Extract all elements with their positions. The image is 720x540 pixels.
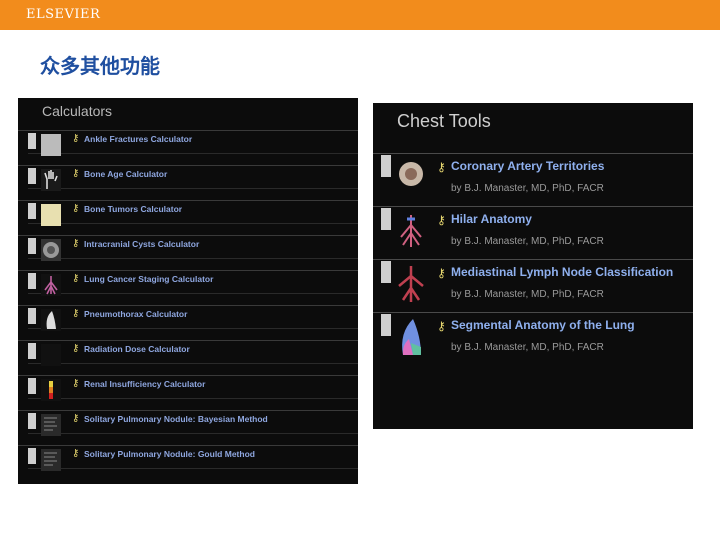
chest-tool-label: Mediastinal Lymph Node Classification bbox=[451, 265, 674, 279]
chest-tools-title: Chest Tools bbox=[397, 111, 491, 131]
calculator-label: Solitary Pulmonary Nodule: Gould Method bbox=[84, 449, 255, 459]
bookmark-tab bbox=[381, 314, 391, 336]
bookmark-tab bbox=[381, 208, 391, 230]
calculator-label: Radiation Dose Calculator bbox=[84, 344, 190, 354]
key-icon: ⚷ bbox=[72, 133, 80, 144]
calculator-label: Intracranial Cysts Calculator bbox=[84, 239, 200, 249]
key-icon: ⚷ bbox=[437, 319, 446, 333]
chest-tool-hilar-anatomy[interactable]: ⚷ Hilar Anatomy by B.J. Manaster, MD, Ph… bbox=[373, 206, 693, 259]
key-icon: ⚷ bbox=[72, 448, 80, 459]
calculator-label: Bone Tumors Calculator bbox=[84, 204, 183, 214]
calculator-item-spn-gould[interactable]: ⚷ Solitary Pulmonary Nodule: Gould Metho… bbox=[18, 445, 358, 480]
calculator-item-renal-insufficiency[interactable]: ⚷ Renal Insufficiency Calculator bbox=[18, 375, 358, 410]
calculator-item-bone-age[interactable]: ⚷ Bone Age Calculator bbox=[18, 165, 358, 200]
calculator-item-ankle[interactable]: ⚷ Ankle Fractures Calculator bbox=[18, 130, 358, 165]
ankle-xray-icon bbox=[41, 134, 61, 156]
bookmark-tab bbox=[28, 343, 36, 359]
calculator-item-radiation-dose[interactable]: ⚷ Radiation Dose Calculator bbox=[18, 340, 358, 375]
bookmark-tab bbox=[28, 133, 36, 149]
lymph-node-icon bbox=[395, 264, 427, 304]
calculator-item-pneumothorax[interactable]: ⚷ Pneumothorax Calculator bbox=[18, 305, 358, 340]
calculators-list: ⚷ Ankle Fractures Calculator ⚷ Bone Age … bbox=[18, 130, 358, 480]
key-icon: ⚷ bbox=[72, 238, 80, 249]
calculators-panel: Calculators ⚷ Ankle Fractures Calculator… bbox=[18, 98, 358, 484]
chest-tool-label: Segmental Anatomy of the Lung bbox=[451, 318, 635, 332]
calculator-label: Renal Insufficiency Calculator bbox=[84, 379, 206, 389]
gauge-icon bbox=[41, 379, 61, 401]
divider bbox=[28, 433, 358, 434]
key-icon: ⚷ bbox=[72, 203, 80, 214]
key-icon: ⚷ bbox=[72, 168, 80, 179]
key-icon: ⚷ bbox=[437, 266, 446, 280]
chest-tool-author: by B.J. Manaster, MD, PhD, FACR bbox=[451, 236, 604, 247]
key-icon: ⚷ bbox=[72, 378, 80, 389]
lung-icon bbox=[41, 274, 61, 296]
key-icon: ⚷ bbox=[437, 213, 446, 227]
divider bbox=[28, 188, 358, 189]
page-title: 众多其他功能 bbox=[40, 54, 160, 78]
bookmark-tab bbox=[28, 238, 36, 254]
chest-tool-label: Hilar Anatomy bbox=[451, 212, 532, 226]
calculator-label: Bone Age Calculator bbox=[84, 169, 168, 179]
chest-tool-label: Coronary Artery Territories bbox=[451, 159, 605, 173]
calculators-title: Calculators bbox=[42, 103, 113, 119]
key-icon: ⚷ bbox=[437, 160, 446, 174]
divider bbox=[28, 468, 358, 469]
bookmark-tab bbox=[381, 155, 391, 177]
calculator-item-intracranial-cysts[interactable]: ⚷ Intracranial Cysts Calculator bbox=[18, 235, 358, 270]
heart-icon bbox=[395, 158, 427, 198]
lung-segments-icon bbox=[395, 317, 427, 357]
bookmark-tab bbox=[28, 273, 36, 289]
chest-tool-mediastinal-lymph[interactable]: ⚷ Mediastinal Lymph Node Classification … bbox=[373, 259, 693, 312]
radiation-icon bbox=[41, 344, 61, 366]
hand-xray-icon bbox=[41, 169, 61, 191]
bookmark-tab bbox=[28, 448, 36, 464]
brand-logo: ELSEVIER bbox=[26, 7, 101, 22]
chest-tool-author: by B.J. Manaster, MD, PhD, FACR bbox=[451, 183, 604, 194]
bookmark-tab bbox=[28, 203, 36, 219]
chest-tools-list: ⚷ Coronary Artery Territories by B.J. Ma… bbox=[373, 153, 693, 365]
calculator-item-bone-tumors[interactable]: ⚷ Bone Tumors Calculator bbox=[18, 200, 358, 235]
bookmark-tab bbox=[28, 168, 36, 184]
bookmark-tab bbox=[381, 261, 391, 283]
calculator-label: Ankle Fractures Calculator bbox=[84, 134, 193, 144]
divider bbox=[28, 293, 358, 294]
chest-tool-coronary-artery[interactable]: ⚷ Coronary Artery Territories by B.J. Ma… bbox=[373, 153, 693, 206]
bookmark-tab bbox=[28, 308, 36, 324]
divider bbox=[28, 328, 358, 329]
bookmark-tab bbox=[28, 378, 36, 394]
key-icon: ⚷ bbox=[72, 273, 80, 284]
calculator-label: Solitary Pulmonary Nodule: Bayesian Meth… bbox=[84, 414, 268, 424]
calculator-label: Pneumothorax Calculator bbox=[84, 309, 188, 319]
divider bbox=[28, 258, 358, 259]
chest-tool-author: by B.J. Manaster, MD, PhD, FACR bbox=[451, 342, 604, 353]
chest-tools-panel: Chest Tools ⚷ Coronary Artery Territorie… bbox=[373, 103, 693, 429]
key-icon: ⚷ bbox=[72, 413, 80, 424]
document-icon bbox=[41, 449, 61, 471]
divider bbox=[28, 363, 358, 364]
bookmark-tab bbox=[28, 413, 36, 429]
vessels-icon bbox=[395, 211, 427, 251]
chest-tool-segmental-anatomy[interactable]: ⚷ Segmental Anatomy of the Lung by B.J. … bbox=[373, 312, 693, 365]
calculator-item-lung-cancer[interactable]: ⚷ Lung Cancer Staging Calculator bbox=[18, 270, 358, 305]
brain-scan-icon bbox=[41, 239, 61, 261]
top-bar: ELSEVIER bbox=[0, 0, 720, 30]
divider bbox=[28, 398, 358, 399]
bone-icon bbox=[41, 204, 61, 226]
calculator-label: Lung Cancer Staging Calculator bbox=[84, 274, 214, 284]
lung-outline-icon bbox=[41, 309, 61, 331]
key-icon: ⚷ bbox=[72, 308, 80, 319]
calculator-item-spn-bayesian[interactable]: ⚷ Solitary Pulmonary Nodule: Bayesian Me… bbox=[18, 410, 358, 445]
key-icon: ⚷ bbox=[72, 343, 80, 354]
chest-tool-author: by B.J. Manaster, MD, PhD, FACR bbox=[451, 289, 604, 300]
divider bbox=[28, 153, 358, 154]
divider bbox=[28, 223, 358, 224]
document-icon bbox=[41, 414, 61, 436]
